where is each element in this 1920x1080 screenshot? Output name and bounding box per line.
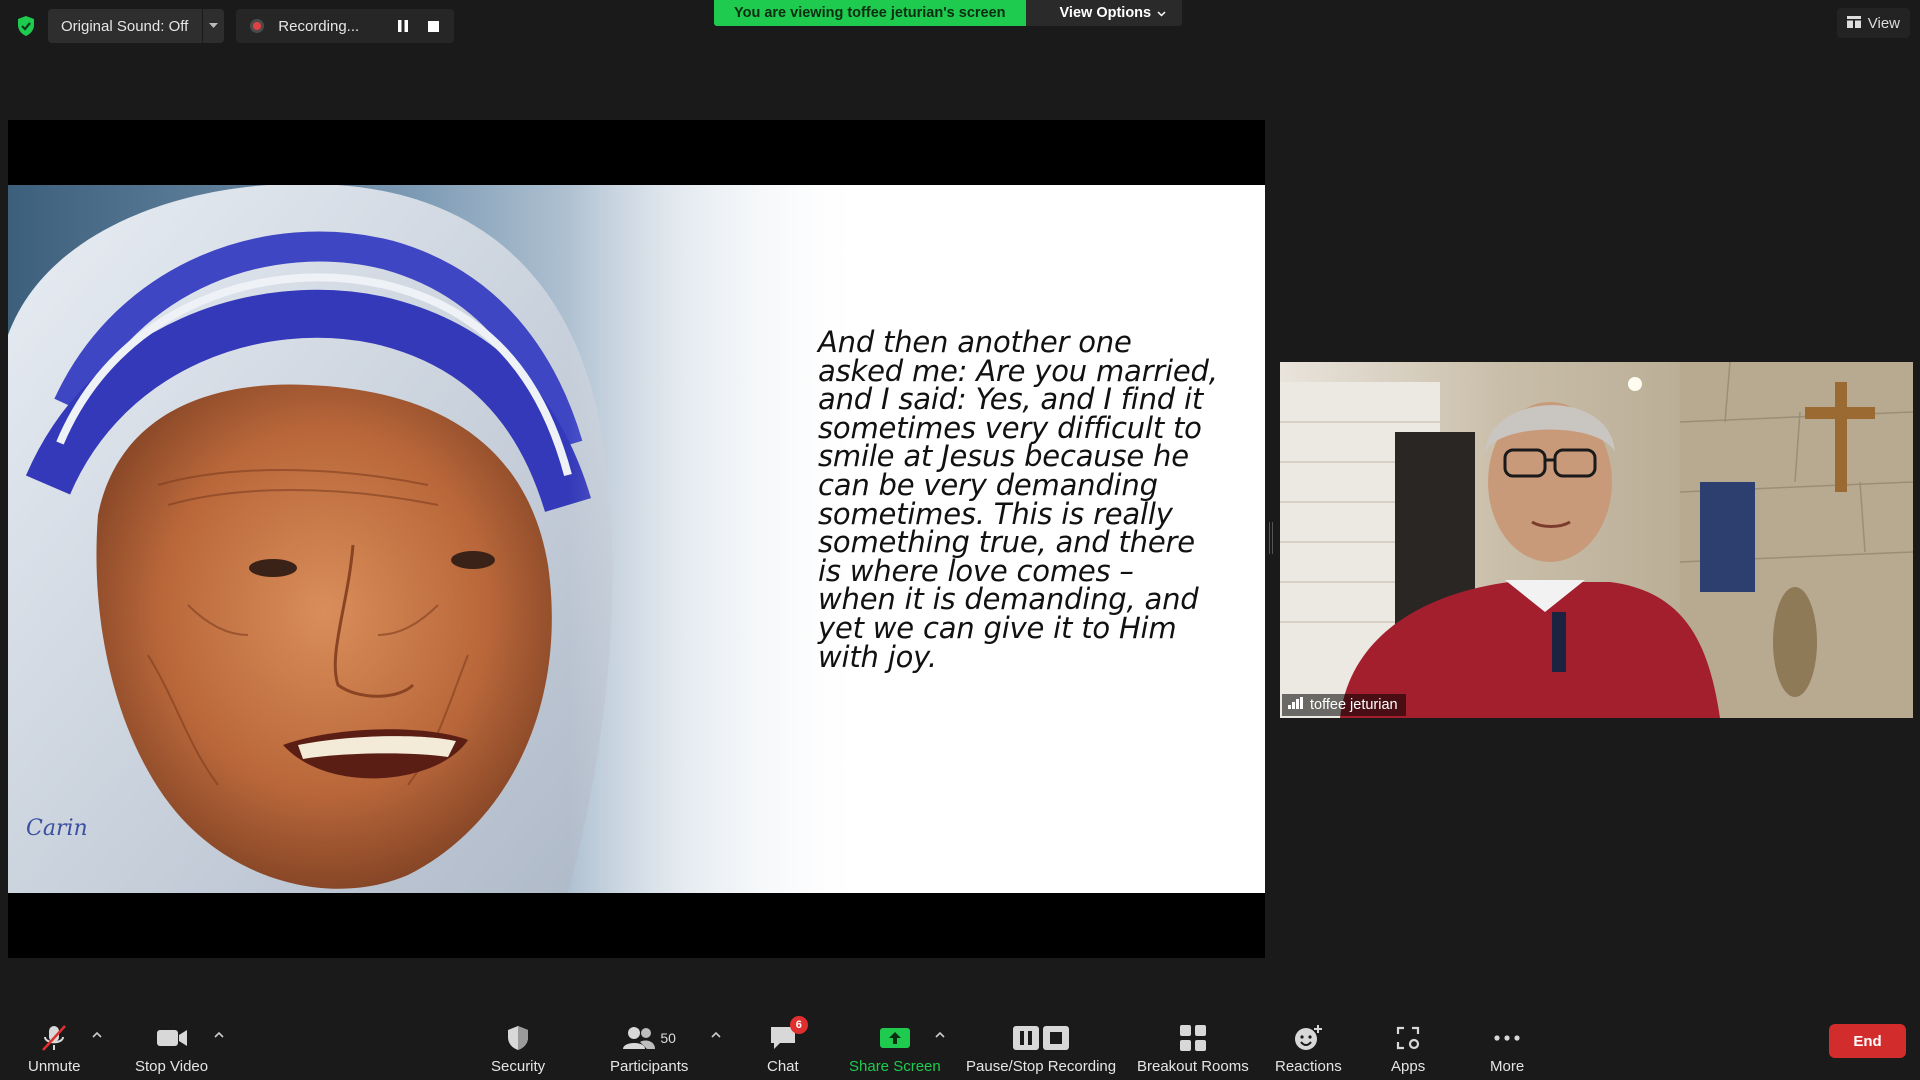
share-screen-button[interactable]: Share Screen bbox=[849, 1020, 941, 1075]
more-label: More bbox=[1490, 1058, 1525, 1075]
viewing-banner: You are viewing toffee jeturian's screen… bbox=[714, 0, 1183, 26]
chat-unread-badge: 6 bbox=[789, 1016, 808, 1034]
breakout-grid-icon bbox=[1179, 1020, 1207, 1056]
pause-stop-recording-label: Pause/Stop Recording bbox=[966, 1058, 1117, 1075]
record-icon bbox=[250, 19, 265, 33]
chevron-down-icon[interactable] bbox=[202, 9, 224, 43]
apps-label: Apps bbox=[1391, 1058, 1426, 1075]
audio-options-chevron-icon[interactable] bbox=[90, 1030, 104, 1040]
signal-bars-icon bbox=[1288, 697, 1304, 713]
breakout-rooms-label: Breakout Rooms bbox=[1137, 1058, 1249, 1075]
participant-name-tag: toffee jeturian bbox=[1282, 694, 1406, 716]
shield-check-icon[interactable] bbox=[12, 12, 40, 40]
participants-button[interactable]: 50 Participants bbox=[610, 1020, 688, 1075]
chevron-down-icon bbox=[1157, 5, 1166, 21]
view-options-label: View Options bbox=[1059, 5, 1152, 21]
share-screen-label: Share Screen bbox=[849, 1058, 941, 1075]
panel-resize-handle[interactable] bbox=[1269, 522, 1273, 554]
share-options-chevron-icon[interactable] bbox=[933, 1030, 947, 1040]
ellipsis-icon bbox=[1493, 1020, 1521, 1056]
video-frame bbox=[1280, 362, 1913, 718]
view-button[interactable]: View bbox=[1836, 8, 1910, 38]
pause-stop-icon bbox=[1012, 1020, 1070, 1056]
stop-video-label: Stop Video bbox=[135, 1058, 209, 1075]
participants-options-chevron-icon[interactable] bbox=[709, 1030, 723, 1040]
security-button[interactable]: Security bbox=[491, 1020, 545, 1075]
original-sound-toggle[interactable]: Original Sound: Off bbox=[48, 9, 225, 43]
participant-video[interactable]: toffee jeturian bbox=[1280, 362, 1913, 718]
chat-button[interactable]: 6 Chat bbox=[767, 1016, 808, 1075]
presentation-slide: Carin And then another one asked me: Are… bbox=[8, 185, 1265, 893]
chat-bubble-icon: 6 bbox=[768, 1016, 808, 1056]
muted-mic-icon bbox=[39, 1020, 69, 1056]
security-label: Security bbox=[491, 1058, 546, 1075]
breakout-rooms-button[interactable]: Breakout Rooms bbox=[1137, 1020, 1249, 1075]
share-arrow-icon bbox=[879, 1020, 911, 1056]
view-options-button[interactable]: View Options bbox=[1025, 0, 1183, 26]
reactions-button[interactable]: Reactions bbox=[1275, 1020, 1342, 1075]
end-meeting-button[interactable]: End bbox=[1829, 1024, 1906, 1058]
viewing-banner-text: You are viewing toffee jeturian's screen bbox=[714, 0, 1026, 26]
reactions-label: Reactions bbox=[1275, 1058, 1342, 1075]
top-left-controls: Original Sound: Off Recording... bbox=[12, 9, 455, 43]
chat-label: Chat bbox=[767, 1058, 799, 1075]
video-camera-icon bbox=[156, 1020, 188, 1056]
more-button[interactable]: More bbox=[1490, 1020, 1524, 1075]
shared-screen: Carin And then another one asked me: Are… bbox=[8, 120, 1265, 958]
participants-icon: 50 bbox=[622, 1020, 676, 1056]
apps-button[interactable]: Apps bbox=[1391, 1020, 1425, 1075]
meeting-toolbar: Unmute Stop Video Security 50 Participan… bbox=[0, 1006, 1920, 1080]
original-sound-label: Original Sound: Off bbox=[61, 17, 189, 35]
unmute-label: Unmute bbox=[28, 1058, 81, 1075]
participants-count: 50 bbox=[660, 1030, 676, 1046]
reaction-smile-icon bbox=[1293, 1020, 1323, 1056]
participant-name: toffee jeturian bbox=[1310, 697, 1398, 713]
recording-label: Recording... bbox=[278, 17, 360, 35]
shield-icon bbox=[506, 1020, 530, 1056]
apps-icon bbox=[1395, 1020, 1421, 1056]
stop-icon[interactable] bbox=[418, 12, 448, 40]
stop-video-button[interactable]: Stop Video bbox=[135, 1020, 208, 1075]
pause-stop-recording-button[interactable]: Pause/Stop Recording bbox=[966, 1020, 1116, 1075]
artist-signature: Carin bbox=[26, 816, 88, 841]
grid-icon bbox=[1846, 15, 1861, 32]
slide-quote: And then another one asked me: Are you m… bbox=[818, 325, 1218, 674]
participants-label: Participants bbox=[610, 1058, 689, 1075]
pause-icon[interactable] bbox=[388, 12, 418, 40]
unmute-button[interactable]: Unmute bbox=[28, 1020, 81, 1075]
video-options-chevron-icon[interactable] bbox=[212, 1030, 226, 1040]
recording-indicator: Recording... bbox=[236, 9, 455, 43]
view-label: View bbox=[1867, 14, 1900, 32]
